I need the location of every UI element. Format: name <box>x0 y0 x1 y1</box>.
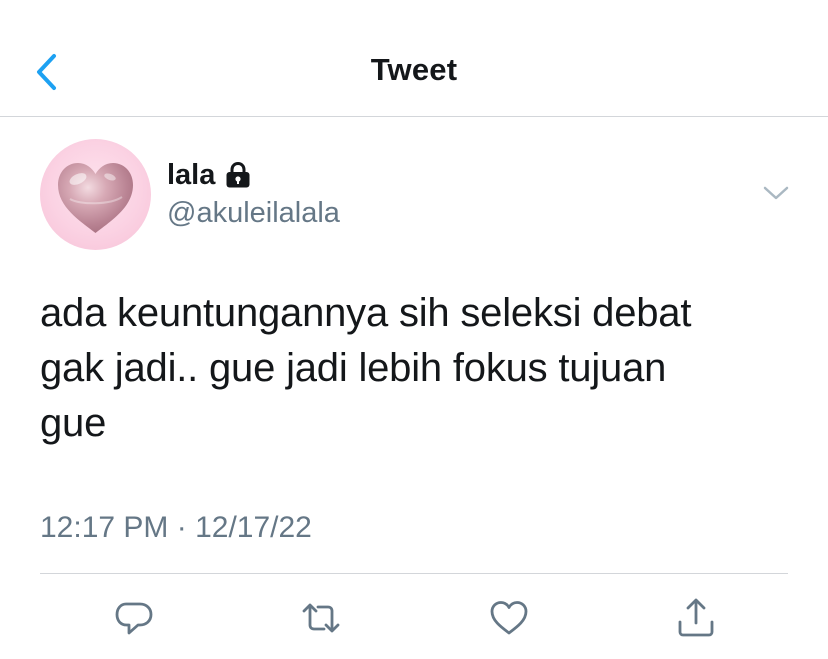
lock-icon <box>226 161 250 188</box>
reply-button[interactable] <box>112 596 156 640</box>
heart-icon <box>490 601 528 635</box>
page-title: Tweet <box>370 52 458 87</box>
tweet-text: ada keuntungannya sih seleksi debat gak … <box>40 286 800 451</box>
tweet-menu-button[interactable] <box>762 181 790 205</box>
tweet-text-line: gak jadi.. gue jadi lebih fokus tujuan <box>40 346 667 390</box>
avatar[interactable] <box>40 139 151 250</box>
comment-icon <box>115 602 153 635</box>
pink-heart-avatar-icon <box>58 163 133 233</box>
chevron-down-icon <box>763 186 789 200</box>
author-name-row[interactable]: lala <box>167 158 251 192</box>
tweet-detail-screen: Tweet lala @akuleilalala ada keuntungann… <box>0 0 828 659</box>
share-button[interactable] <box>674 596 718 640</box>
user-handle[interactable]: @akuleilalala <box>167 197 340 230</box>
tweet-text-line: gue <box>40 401 107 445</box>
divider <box>40 573 788 574</box>
retweet-button[interactable] <box>299 596 343 640</box>
retweet-icon <box>302 603 340 633</box>
tweet-text-line: ada keuntungannya sih seleksi debat <box>40 291 692 335</box>
top-navigation-bar: Tweet <box>0 0 828 117</box>
share-icon <box>678 598 714 637</box>
like-button[interactable] <box>487 596 531 640</box>
display-name: lala <box>167 158 216 191</box>
tweet-timestamp: 12:17 PM · 12/17/22 <box>40 511 312 544</box>
